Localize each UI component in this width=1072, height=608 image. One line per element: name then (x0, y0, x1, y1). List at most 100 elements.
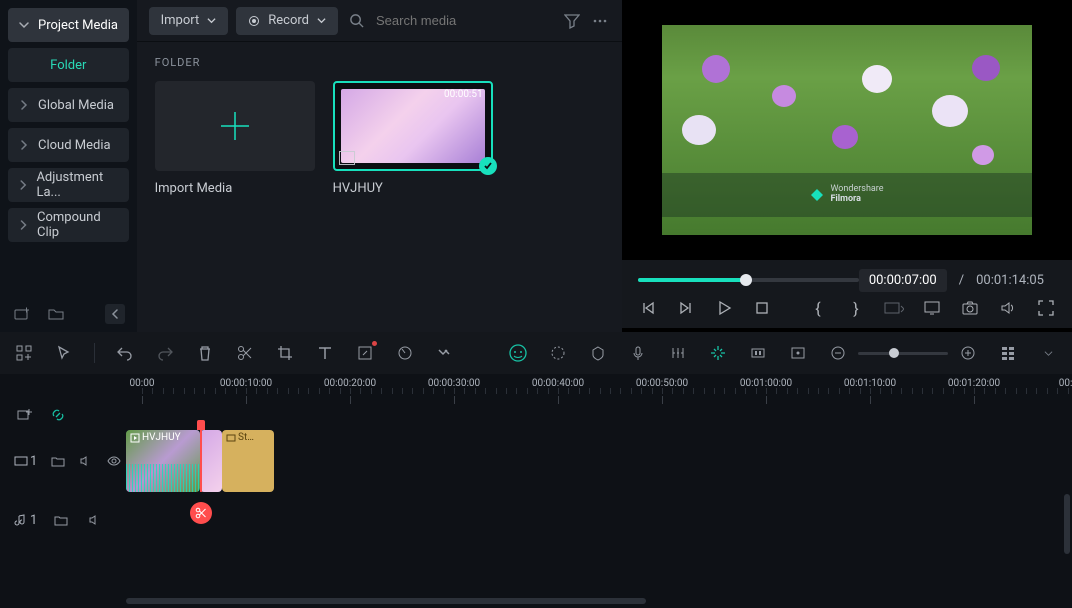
project-media-dropdown[interactable]: Project Media (8, 8, 129, 42)
marker-icon[interactable] (788, 343, 808, 363)
ai-icon[interactable] (508, 343, 528, 363)
horizontal-scrollbar[interactable] (126, 598, 1060, 604)
mark-out-button[interactable]: } (846, 298, 866, 318)
video-track-label: 1 (14, 454, 37, 469)
playhead[interactable] (200, 430, 202, 492)
effects-icon[interactable] (548, 343, 568, 363)
sidebar-item-label: Compound Clip (37, 210, 119, 240)
project-media-label: Project Media (38, 18, 118, 33)
snapshot-button[interactable] (960, 298, 980, 318)
mask-icon[interactable] (588, 343, 608, 363)
vertical-scrollbar[interactable] (1064, 494, 1070, 554)
text-icon[interactable] (315, 343, 335, 363)
seek-bar[interactable] (638, 278, 859, 282)
track-folder-icon[interactable] (51, 451, 65, 471)
play-button[interactable] (714, 298, 734, 318)
volume-button[interactable] (998, 298, 1018, 318)
filmstrip-icon (339, 151, 355, 165)
keyframe-icon[interactable] (748, 343, 768, 363)
mark-in-button[interactable]: { (808, 298, 828, 318)
more-icon[interactable] (590, 11, 610, 31)
chevron-down-icon (317, 16, 326, 25)
audio-track-label: 1 (14, 513, 37, 528)
sidebar-item-label: Adjustment La... (36, 170, 118, 200)
chevron-down-icon (207, 16, 216, 25)
track-visibility-icon[interactable] (107, 451, 121, 471)
filter-icon[interactable] (562, 11, 582, 31)
zoom-slider[interactable] (858, 352, 948, 355)
link-icon[interactable] (48, 405, 68, 425)
chevron-down-icon (18, 20, 30, 30)
preview-canvas[interactable]: WondershareFilmora (622, 0, 1072, 260)
track-mute-icon[interactable] (85, 510, 105, 530)
voiceover-icon[interactable] (628, 343, 648, 363)
plus-icon (215, 106, 255, 146)
search-icon[interactable] (346, 11, 366, 31)
media-browser: Import Record FOLDER Import Media (137, 0, 622, 332)
resize-icon[interactable] (355, 343, 375, 363)
timeline-clip-3[interactable]: St… (222, 430, 274, 492)
fullscreen-button[interactable] (1036, 298, 1056, 318)
sidebar-item-compound-clip[interactable]: Compound Clip (8, 208, 129, 242)
clip-name: HVJHUY (333, 181, 493, 196)
delete-icon[interactable] (195, 343, 215, 363)
video-track: 1 HVJHUY St… (0, 430, 1072, 492)
sidebar-item-label: Cloud Media (38, 138, 111, 153)
display-button[interactable] (922, 298, 942, 318)
stop-button[interactable] (752, 298, 772, 318)
current-timecode[interactable]: 00:00:07:00 (859, 269, 947, 292)
folder-tab[interactable]: Folder (8, 48, 129, 82)
folder-label: Folder (50, 58, 86, 73)
project-sidebar: Project Media Folder Global Media Cloud … (0, 0, 137, 332)
record-dropdown[interactable]: Record (236, 7, 338, 35)
view-dropdown-icon[interactable] (1038, 343, 1058, 363)
select-tool-icon[interactable] (54, 343, 74, 363)
import-dropdown[interactable]: Import (149, 7, 229, 35)
chevron-right-icon (18, 180, 28, 190)
redo-icon[interactable] (155, 343, 175, 363)
view-mode-icon[interactable] (998, 343, 1018, 363)
zoom-out-icon[interactable] (828, 343, 848, 363)
sidebar-item-adjustment-layer[interactable]: Adjustment La... (8, 168, 129, 202)
track-mute-icon[interactable] (79, 451, 93, 471)
media-clip-card[interactable]: 00:00:51 HVJHUY (333, 81, 493, 196)
sidebar-item-global-media[interactable]: Global Media (8, 88, 129, 122)
sidebar-item-label: Global Media (38, 98, 114, 113)
folder-icon[interactable] (46, 304, 66, 324)
add-track-icon[interactable] (14, 343, 34, 363)
clip-duration: 00:00:51 (444, 89, 483, 100)
check-icon (479, 157, 497, 175)
smart-edit-icon[interactable] (708, 343, 728, 363)
speed-icon[interactable] (395, 343, 415, 363)
chevron-right-icon (18, 100, 30, 110)
import-media-caption: Import Media (155, 181, 315, 196)
more-tools-icon[interactable] (435, 343, 455, 363)
chevron-right-icon (18, 220, 29, 230)
record-icon (248, 15, 260, 27)
timeline-toolbar (0, 332, 1072, 374)
audio-track: 1 (0, 492, 1072, 548)
folder-header: FOLDER (137, 42, 622, 77)
collapse-sidebar-button[interactable] (105, 304, 125, 324)
timeline: 00:0000:00:10:0000:00:20:0000:00:30:0000… (0, 374, 1072, 608)
new-folder-icon[interactable] (12, 304, 32, 324)
quality-dropdown[interactable] (884, 298, 904, 318)
track-add-icon[interactable] (14, 405, 34, 425)
total-timecode: 00:01:14:05 (976, 273, 1056, 288)
chevron-right-icon (18, 140, 30, 150)
sidebar-item-cloud-media[interactable]: Cloud Media (8, 128, 129, 162)
split-icon[interactable] (235, 343, 255, 363)
timecode-sep: / (947, 273, 976, 288)
track-folder-icon[interactable] (51, 510, 71, 530)
audio-mixer-icon[interactable] (668, 343, 688, 363)
undo-icon[interactable] (115, 343, 135, 363)
crop-icon[interactable] (275, 343, 295, 363)
prev-frame-button[interactable] (638, 298, 658, 318)
import-media-card[interactable]: Import Media (155, 81, 315, 196)
preview-pane: WondershareFilmora 00:00:07:00 / 00:01:1… (622, 0, 1072, 332)
next-frame-button[interactable] (676, 298, 696, 318)
search-input[interactable] (374, 12, 554, 29)
timeline-clip-2[interactable] (200, 430, 222, 492)
zoom-in-icon[interactable] (958, 343, 978, 363)
timeline-clip-1[interactable]: HVJHUY (126, 430, 200, 492)
